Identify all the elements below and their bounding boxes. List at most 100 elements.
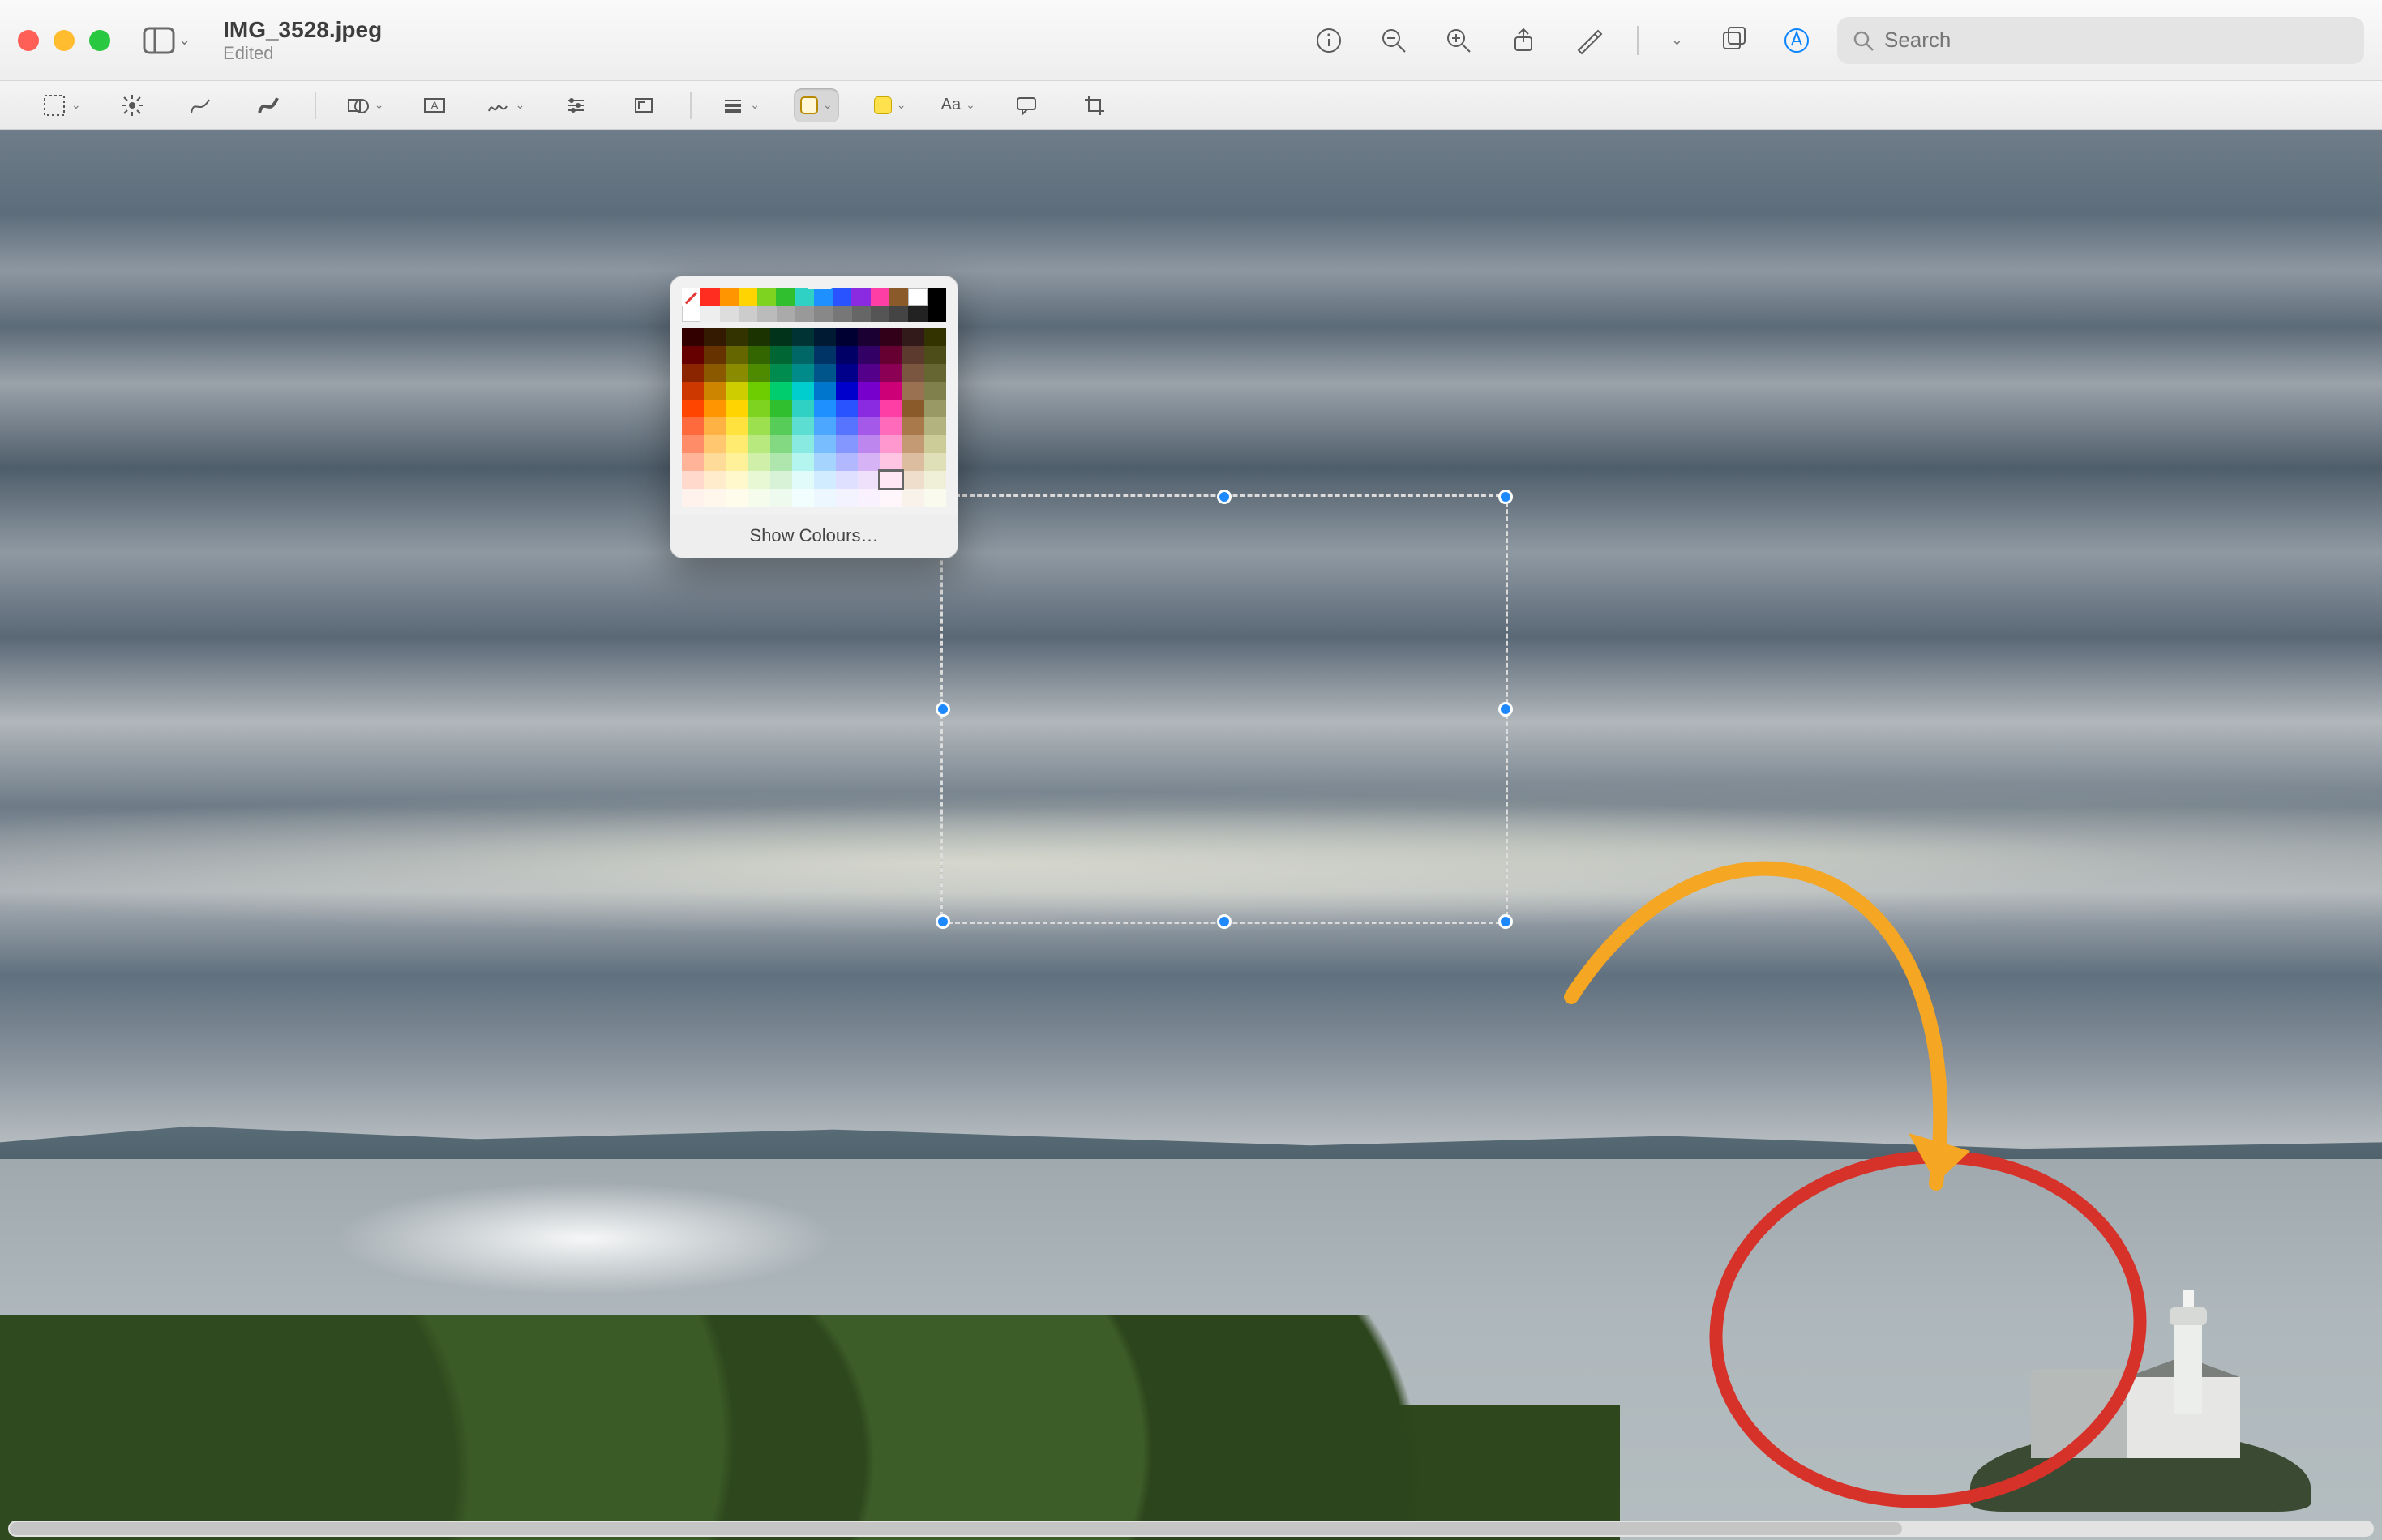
chevron-down-icon[interactable]: ⌄ bbox=[1671, 32, 1683, 49]
color-swatch[interactable] bbox=[726, 453, 748, 471]
color-swatch[interactable] bbox=[902, 364, 924, 382]
color-swatch[interactable] bbox=[704, 417, 726, 435]
color-swatch[interactable] bbox=[792, 453, 814, 471]
color-swatch[interactable] bbox=[726, 435, 748, 453]
grey-swatch[interactable] bbox=[871, 306, 889, 322]
color-swatch[interactable] bbox=[704, 489, 726, 507]
grey-swatch[interactable] bbox=[700, 306, 719, 322]
color-swatch[interactable] bbox=[836, 471, 858, 489]
show-colors-button[interactable]: Show Colours… bbox=[670, 515, 958, 558]
color-swatch[interactable] bbox=[814, 453, 836, 471]
color-swatch[interactable] bbox=[858, 471, 880, 489]
color-none[interactable] bbox=[682, 288, 700, 306]
color-swatch[interactable] bbox=[726, 328, 748, 346]
color-swatch[interactable] bbox=[704, 382, 726, 400]
border-color-picker[interactable]: ⌄ bbox=[794, 88, 839, 122]
color-swatch[interactable] bbox=[748, 346, 769, 364]
color-swatch[interactable] bbox=[704, 346, 726, 364]
color-swatch[interactable] bbox=[924, 364, 946, 382]
color-swatch[interactable] bbox=[880, 346, 902, 364]
color-swatch[interactable] bbox=[836, 346, 858, 364]
color-swatch[interactable] bbox=[858, 417, 880, 435]
color-swatch[interactable] bbox=[748, 489, 769, 507]
color-swatch[interactable] bbox=[858, 400, 880, 417]
grey-swatch[interactable] bbox=[852, 306, 871, 322]
color-swatch[interactable] bbox=[682, 400, 704, 417]
color-swatch[interactable] bbox=[924, 328, 946, 346]
color-swatch[interactable] bbox=[858, 489, 880, 507]
grey-swatch[interactable] bbox=[889, 306, 908, 322]
color-swatch[interactable] bbox=[770, 435, 792, 453]
color-swatch[interactable] bbox=[748, 471, 769, 489]
color-swatch[interactable] bbox=[726, 364, 748, 382]
text-style-picker[interactable]: Aa⌄ bbox=[941, 88, 975, 122]
grey-swatch[interactable] bbox=[814, 306, 833, 322]
color-swatch[interactable] bbox=[792, 435, 814, 453]
color-swatch[interactable] bbox=[858, 346, 880, 364]
color-swatch[interactable] bbox=[704, 435, 726, 453]
minimize-window-button[interactable] bbox=[54, 30, 75, 51]
color-swatch[interactable] bbox=[902, 453, 924, 471]
color-white[interactable] bbox=[908, 288, 927, 306]
color-swatch[interactable] bbox=[902, 382, 924, 400]
color-swatch[interactable] bbox=[902, 417, 924, 435]
color-swatch[interactable] bbox=[770, 346, 792, 364]
color-swatch[interactable] bbox=[792, 417, 814, 435]
color-swatch[interactable] bbox=[880, 417, 902, 435]
image-canvas[interactable]: Show Colours… bbox=[0, 130, 2382, 1540]
color-swatch[interactable] bbox=[704, 471, 726, 489]
color-swatch[interactable] bbox=[748, 382, 769, 400]
color-swatch[interactable] bbox=[726, 417, 748, 435]
color-swatch[interactable] bbox=[682, 489, 704, 507]
info-button[interactable] bbox=[1313, 24, 1345, 57]
color-swatch[interactable] bbox=[836, 328, 858, 346]
color-swatch[interactable] bbox=[836, 453, 858, 471]
instant-alpha-tool[interactable] bbox=[115, 88, 149, 122]
color-blue[interactable] bbox=[814, 288, 833, 306]
color-swatch[interactable] bbox=[858, 435, 880, 453]
search-input[interactable] bbox=[1884, 28, 2350, 53]
adjust-color-tool[interactable] bbox=[559, 88, 593, 122]
selection-rectangle[interactable] bbox=[940, 494, 1508, 924]
rotate-button[interactable] bbox=[1716, 24, 1748, 57]
sign-tool[interactable]: ⌄ bbox=[486, 88, 525, 122]
highlight-button[interactable] bbox=[1572, 24, 1604, 57]
color-swatch[interactable] bbox=[748, 453, 769, 471]
scrollbar-thumb[interactable] bbox=[10, 1522, 1902, 1535]
color-swatch[interactable] bbox=[902, 435, 924, 453]
color-swatch[interactable] bbox=[880, 382, 902, 400]
color-swatch[interactable] bbox=[748, 435, 769, 453]
color-swatch[interactable] bbox=[726, 400, 748, 417]
color-swatch[interactable] bbox=[924, 453, 946, 471]
color-swatch[interactable] bbox=[792, 400, 814, 417]
color-swatch[interactable] bbox=[814, 471, 836, 489]
color-yellow[interactable] bbox=[739, 288, 757, 306]
color-swatch[interactable] bbox=[858, 453, 880, 471]
selection-handle-ne[interactable] bbox=[1498, 490, 1513, 504]
color-orange[interactable] bbox=[720, 288, 739, 306]
selection-handle-s[interactable] bbox=[1217, 914, 1232, 929]
grey-swatch[interactable] bbox=[833, 306, 851, 322]
share-button[interactable] bbox=[1507, 24, 1540, 57]
color-swatch[interactable] bbox=[902, 471, 924, 489]
color-swatch[interactable] bbox=[814, 382, 836, 400]
color-swatch[interactable] bbox=[704, 328, 726, 346]
color-swatch[interactable] bbox=[880, 328, 902, 346]
color-swatch[interactable] bbox=[792, 489, 814, 507]
draw-tool[interactable] bbox=[251, 88, 285, 122]
color-swatch[interactable] bbox=[726, 471, 748, 489]
color-swatch[interactable] bbox=[770, 382, 792, 400]
grey-swatch[interactable] bbox=[739, 306, 757, 322]
grey-swatch[interactable] bbox=[795, 306, 814, 322]
color-swatch[interactable] bbox=[726, 382, 748, 400]
color-swatch[interactable] bbox=[880, 453, 902, 471]
grey-swatch[interactable] bbox=[757, 306, 776, 322]
color-swatch[interactable] bbox=[682, 364, 704, 382]
color-swatch[interactable] bbox=[682, 453, 704, 471]
color-swatch[interactable] bbox=[770, 471, 792, 489]
color-swatch[interactable] bbox=[814, 400, 836, 417]
color-green[interactable] bbox=[776, 288, 795, 306]
zoom-out-button[interactable] bbox=[1377, 24, 1410, 57]
color-brown[interactable] bbox=[889, 288, 908, 306]
color-swatch[interactable] bbox=[704, 364, 726, 382]
